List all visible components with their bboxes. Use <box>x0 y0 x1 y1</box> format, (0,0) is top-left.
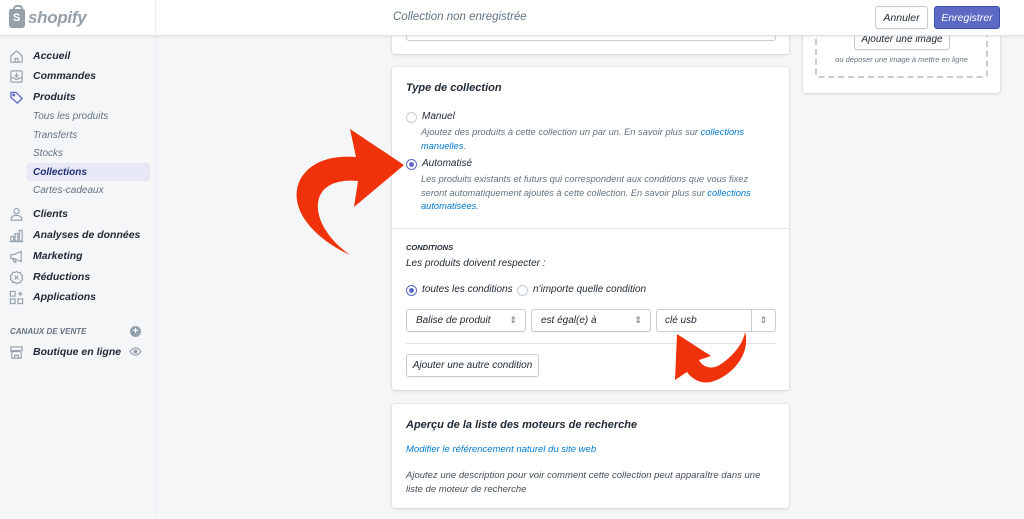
orders-icon <box>9 69 24 84</box>
description-card <box>392 35 789 54</box>
help-text: Ajoutez des produits à cette collection … <box>421 127 701 137</box>
help-suffix: . <box>463 140 466 151</box>
image-card: Ajouter une image ou déposer une image à… <box>803 28 1000 93</box>
store-icon <box>9 345 24 360</box>
automated-help-text: Les produits existants et futurs qui cor… <box>421 173 766 214</box>
manual-help-text: Ajoutez des produits à cette collection … <box>421 126 766 153</box>
radio-any-condition-label[interactable]: n'importe quelle condition <box>533 284 646 295</box>
sidebar-item-analytics[interactable]: Analyses de données <box>0 225 156 245</box>
condition-value-input[interactable]: clé usb <box>656 309 752 332</box>
condition-field-select[interactable]: Balise de produit ⇕ <box>406 309 526 332</box>
annotation-arrow-icon <box>296 129 404 255</box>
divider <box>155 0 156 36</box>
discount-icon <box>9 270 24 285</box>
sidebar-subitem-inventory[interactable]: Stocks <box>27 144 150 162</box>
select-arrows-icon: ⇕ <box>509 315 517 325</box>
top-bar: shopify Collection non enregistrée Annul… <box>0 0 1024 36</box>
drop-hint: ou déposer une image à mettre en ligne <box>835 55 968 64</box>
image-dropzone[interactable]: Ajouter une image ou déposer une image à… <box>815 28 988 78</box>
shopify-logo[interactable]: shopify <box>9 4 87 28</box>
seo-preview-card: Aperçu de la liste des moteurs de recher… <box>392 404 789 508</box>
collection-type-card: Type de collection Manuel Ajoutez des pr… <box>392 67 789 390</box>
sidebar-item-label: Produits <box>33 91 76 103</box>
conditions-heading: CONDITIONS <box>406 243 454 252</box>
help-text: Les produits existants et futurs qui cor… <box>421 174 749 198</box>
sidebar-item-label: Boutique en ligne <box>33 346 122 358</box>
sidebar-item-label: Marketing <box>33 250 83 262</box>
tag-icon <box>9 90 24 105</box>
home-icon <box>9 49 24 64</box>
sidebar-item-label: Accueil <box>33 50 71 62</box>
sidebar-item-apps[interactable]: Applications <box>0 287 156 307</box>
brand-name: shopify <box>28 8 87 27</box>
add-condition-button[interactable]: Ajouter une autre condition <box>406 354 539 377</box>
radio-any-condition[interactable] <box>517 285 528 296</box>
conditions-subtitle: Les produits doivent respecter : <box>406 258 546 269</box>
bar-chart-icon <box>9 228 24 243</box>
shopify-bag-icon <box>9 4 25 28</box>
sidebar-item-products[interactable]: Produits <box>0 87 156 107</box>
divider <box>406 343 776 344</box>
sales-channels-heading: CANAUX DE VENTE <box>10 327 87 336</box>
radio-manual-label[interactable]: Manuel <box>422 111 455 122</box>
megaphone-icon <box>9 249 24 264</box>
sidebar-item-marketing[interactable]: Marketing <box>0 246 156 266</box>
person-icon <box>9 207 24 222</box>
sidebar-item-customers[interactable]: Clients <box>0 204 156 224</box>
radio-all-conditions[interactable] <box>406 285 417 296</box>
collection-type-title: Type de collection <box>406 82 502 94</box>
cancel-button[interactable]: Annuler <box>875 6 928 29</box>
add-channel-icon[interactable]: + <box>130 326 141 337</box>
sidebar-subitem-transfers[interactable]: Transferts <box>27 126 150 144</box>
sidebar-item-label: Clients <box>33 208 69 220</box>
edit-seo-link[interactable]: Modifier le référencement naturel du sit… <box>406 444 596 455</box>
sidebar-item-label: Commandes <box>33 70 97 82</box>
sidebar-item-discounts[interactable]: Réductions <box>0 267 156 287</box>
sidebar-item-label: Réductions <box>33 271 91 283</box>
sidebar-subitem-label: Transferts <box>33 129 78 141</box>
sidebar-item-label: Analyses de données <box>33 229 141 241</box>
sidebar-item-orders[interactable]: Commandes <box>0 66 156 86</box>
sidebar-subitem-label: Cartes-cadeaux <box>33 184 104 196</box>
divider <box>392 228 789 229</box>
sidebar-subitem-label: Collections <box>33 166 87 178</box>
save-button[interactable]: Enregistrer <box>934 6 1000 29</box>
apps-icon <box>9 290 24 305</box>
sidebar: Accueil Commandes Produits Tous les prod… <box>0 36 156 519</box>
radio-manual[interactable] <box>406 112 417 123</box>
sidebar-subitem-collections[interactable]: Collections <box>27 163 150 181</box>
sidebar-subitem-gift-cards[interactable]: Cartes-cadeaux <box>27 181 150 199</box>
sidebar-item-home[interactable]: Accueil <box>0 46 156 66</box>
condition-operator-select[interactable]: est égal(e) à ⇕ <box>531 309 651 332</box>
select-arrows-icon: ⇕ <box>634 315 642 325</box>
select-value: Balise de produit <box>416 315 491 326</box>
radio-all-conditions-label[interactable]: toutes les conditions <box>422 284 513 295</box>
condition-value-suggestions[interactable]: ⇕ <box>752 309 776 332</box>
page-title: Collection non enregistrée <box>393 11 527 23</box>
seo-description: Ajoutez une description pour voir commen… <box>406 470 761 495</box>
help-suffix: . <box>476 201 479 211</box>
sidebar-item-label: Applications <box>33 291 97 303</box>
radio-automated-label[interactable]: Automatisé <box>422 158 472 169</box>
eye-icon[interactable] <box>129 347 142 356</box>
sidebar-subitem-label: Stocks <box>33 147 64 159</box>
sidebar-subitem-all-products[interactable]: Tous les produits <box>27 107 150 125</box>
select-value: est égal(e) à <box>541 315 597 326</box>
radio-automated[interactable] <box>406 159 417 170</box>
seo-title: Aperçu de la liste des moteurs de recher… <box>406 419 638 431</box>
sidebar-subitem-label: Tous les produits <box>33 110 109 122</box>
